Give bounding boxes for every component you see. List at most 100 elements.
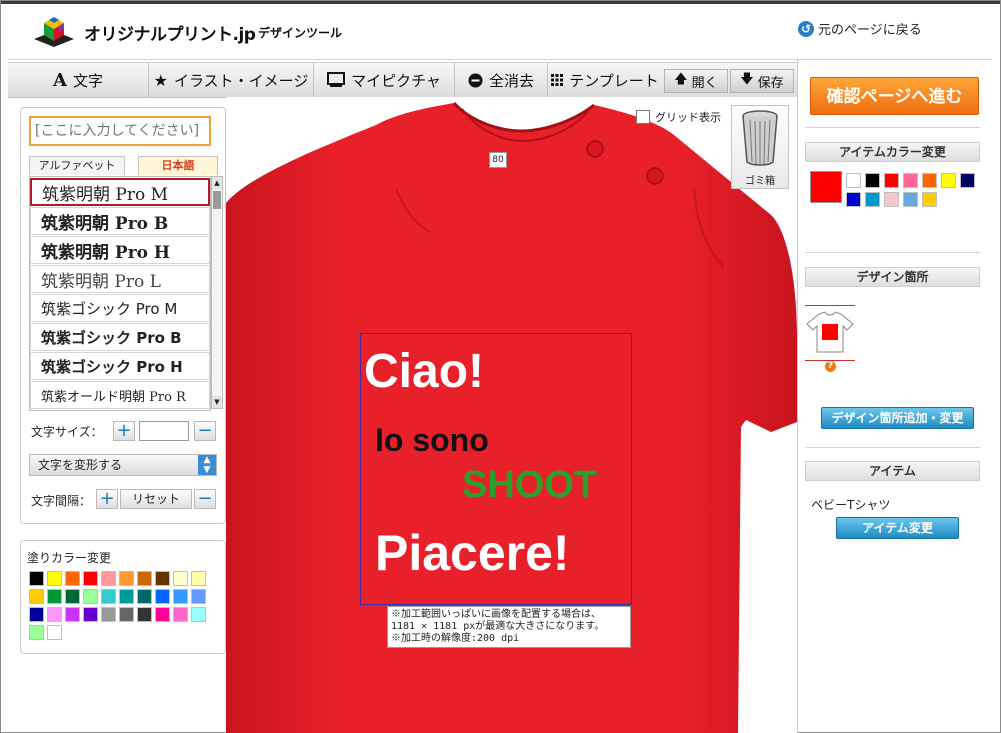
mypicture-tool-button[interactable]: マイピクチャ (314, 63, 455, 97)
fill-color-swatch[interactable] (101, 571, 116, 586)
fill-color-swatch[interactable] (173, 589, 188, 604)
print-area-box[interactable]: Ciao! Io sono SHOOT Piacere! (360, 333, 632, 605)
font-item[interactable]: 筑紫明朝 Pro H (30, 236, 210, 264)
item-color-swatch[interactable] (960, 173, 975, 188)
fill-color-swatch[interactable] (137, 607, 152, 622)
item-name: ベビーTシャツ (811, 498, 891, 512)
font-item[interactable]: 筑紫ゴシック Pro H (30, 352, 210, 380)
spacing-increase-button[interactable]: + (96, 489, 118, 509)
fill-color-swatch[interactable] (83, 589, 98, 604)
item-color-swatch[interactable] (922, 173, 937, 188)
fill-color-swatch[interactable] (155, 589, 170, 604)
note-line: 1181 × 1181 pxが最適な大きさになります。 (391, 621, 605, 632)
spacing-decrease-button[interactable]: − (194, 489, 216, 509)
item-color-header: アイテムカラー変更 (805, 142, 980, 162)
fill-color-swatch[interactable] (191, 589, 206, 604)
right-separator (805, 127, 980, 128)
back-to-original-page-link[interactable]: ↺ 元のページに戻る (798, 19, 922, 38)
text-transform-select[interactable]: 文字を変形する ▲ ▼ (29, 454, 217, 476)
down-arrow-icon: 🡇 (740, 72, 754, 87)
fill-color-swatch[interactable] (83, 607, 98, 622)
font-list-scrollbar[interactable]: ▲ ▼ (211, 176, 223, 409)
note-line: ※加工時の解像度:200 dpi (391, 633, 520, 644)
fill-color-swatch[interactable] (47, 625, 62, 640)
fill-color-swatch[interactable] (137, 571, 152, 586)
minus-circle-icon (468, 73, 483, 87)
spacing-reset-button[interactable]: リセット (120, 489, 192, 509)
fill-color-swatch[interactable] (47, 607, 62, 622)
design-text-io-sono[interactable]: Io sono (375, 422, 489, 459)
text-tool-button[interactable]: A 文字 (8, 63, 149, 97)
font-item[interactable]: 筑紫明朝 Pro L (30, 265, 210, 293)
fill-color-swatch[interactable] (137, 589, 152, 604)
fill-color-swatch[interactable] (191, 571, 206, 586)
clear-all-button[interactable]: 全消去 (455, 63, 548, 97)
font-item[interactable]: 筑紫ゴシック Pro B (30, 323, 210, 351)
fill-color-swatch[interactable] (47, 571, 62, 586)
item-color-swatch[interactable] (922, 192, 937, 207)
item-change-button[interactable]: アイテム変更 (836, 517, 959, 539)
fill-color-swatch[interactable] (191, 607, 206, 622)
design-text-shoot[interactable]: SHOOT (462, 464, 597, 507)
item-color-swatch[interactable] (884, 192, 899, 207)
proceed-to-confirm-button[interactable]: 確認ページへ進む (810, 77, 979, 115)
text-input[interactable] (29, 116, 211, 146)
font-size-increase-button[interactable]: + (113, 421, 135, 441)
grid-toggle[interactable]: グリッド表示 (636, 109, 721, 125)
font-item[interactable]: 筑紫ゴシック Pro M (30, 294, 210, 322)
tab-japanese[interactable]: 日本語 (138, 156, 218, 175)
item-color-swatch[interactable] (846, 192, 861, 207)
illust-tool-button[interactable]: ★ イラスト・イメージ (149, 63, 314, 97)
trash-button[interactable]: ゴミ箱 (731, 105, 789, 189)
scroll-down-icon[interactable]: ▼ (212, 396, 222, 408)
fill-color-swatch[interactable] (119, 571, 134, 586)
fill-color-swatch[interactable] (65, 589, 80, 604)
fill-color-swatch[interactable] (155, 571, 170, 586)
fill-color-swatch[interactable] (119, 589, 134, 604)
open-button[interactable]: 🡅 開く (664, 69, 728, 93)
design-text-piacere[interactable]: Piacere! (375, 524, 570, 582)
fill-color-swatch[interactable] (173, 571, 188, 586)
item-color-swatch[interactable] (903, 192, 918, 207)
fill-color-swatch[interactable] (65, 607, 80, 622)
font-size-input[interactable] (139, 421, 189, 441)
item-color-swatch[interactable] (941, 173, 956, 188)
fill-color-swatch[interactable] (65, 571, 80, 586)
scroll-up-icon[interactable]: ▲ (212, 177, 222, 189)
right-separator (805, 252, 980, 253)
fill-color-swatch[interactable] (29, 607, 44, 622)
grid-toggle-label: グリッド表示 (655, 111, 721, 124)
fill-color-swatch[interactable] (83, 571, 98, 586)
fill-color-swatch[interactable] (29, 571, 44, 586)
font-item[interactable]: 筑紫オールド明朝 Pro R (30, 381, 210, 409)
fill-color-swatch[interactable] (155, 607, 170, 622)
item-color-swatch[interactable] (865, 173, 880, 188)
fill-color-swatch[interactable] (173, 607, 188, 622)
item-color-swatch[interactable] (903, 173, 918, 188)
item-color-swatch[interactable] (865, 192, 880, 207)
font-size-decrease-button[interactable]: − (194, 421, 216, 441)
tab-alphabet[interactable]: アルファベット (29, 156, 125, 175)
design-area-add-change-button[interactable]: デザイン箇所追加・変更 (821, 407, 974, 429)
design-text-ciao[interactable]: Ciao! (364, 344, 484, 399)
save-button[interactable]: 🡇 保存 (730, 69, 794, 93)
fill-color-swatch[interactable] (47, 589, 62, 604)
fill-color-swatch[interactable] (101, 607, 116, 622)
template-button[interactable]: テンプレート (548, 63, 662, 97)
fill-color-swatch[interactable] (29, 589, 44, 604)
font-item[interactable]: 筑紫明朝 Pro B (30, 207, 210, 235)
fill-color-swatch[interactable] (101, 589, 116, 604)
design-area-thumbnail[interactable] (805, 305, 855, 361)
open-label: 開く (691, 75, 718, 91)
fill-color-swatch[interactable] (29, 625, 44, 640)
fill-color-label: 塗りカラー変更 (27, 551, 112, 565)
item-color-swatch[interactable] (884, 173, 899, 188)
back-arrow-icon: ↺ (798, 20, 814, 37)
font-item[interactable]: 筑紫明朝 Pro M (30, 178, 210, 206)
letter-spacing-label: 文字間隔： (31, 494, 92, 508)
scroll-thumb[interactable] (213, 191, 221, 209)
help-question-icon[interactable]: ? (825, 361, 836, 372)
fill-color-swatch[interactable] (119, 607, 134, 622)
grid-checkbox[interactable] (636, 110, 650, 124)
item-color-swatch[interactable] (846, 173, 861, 188)
